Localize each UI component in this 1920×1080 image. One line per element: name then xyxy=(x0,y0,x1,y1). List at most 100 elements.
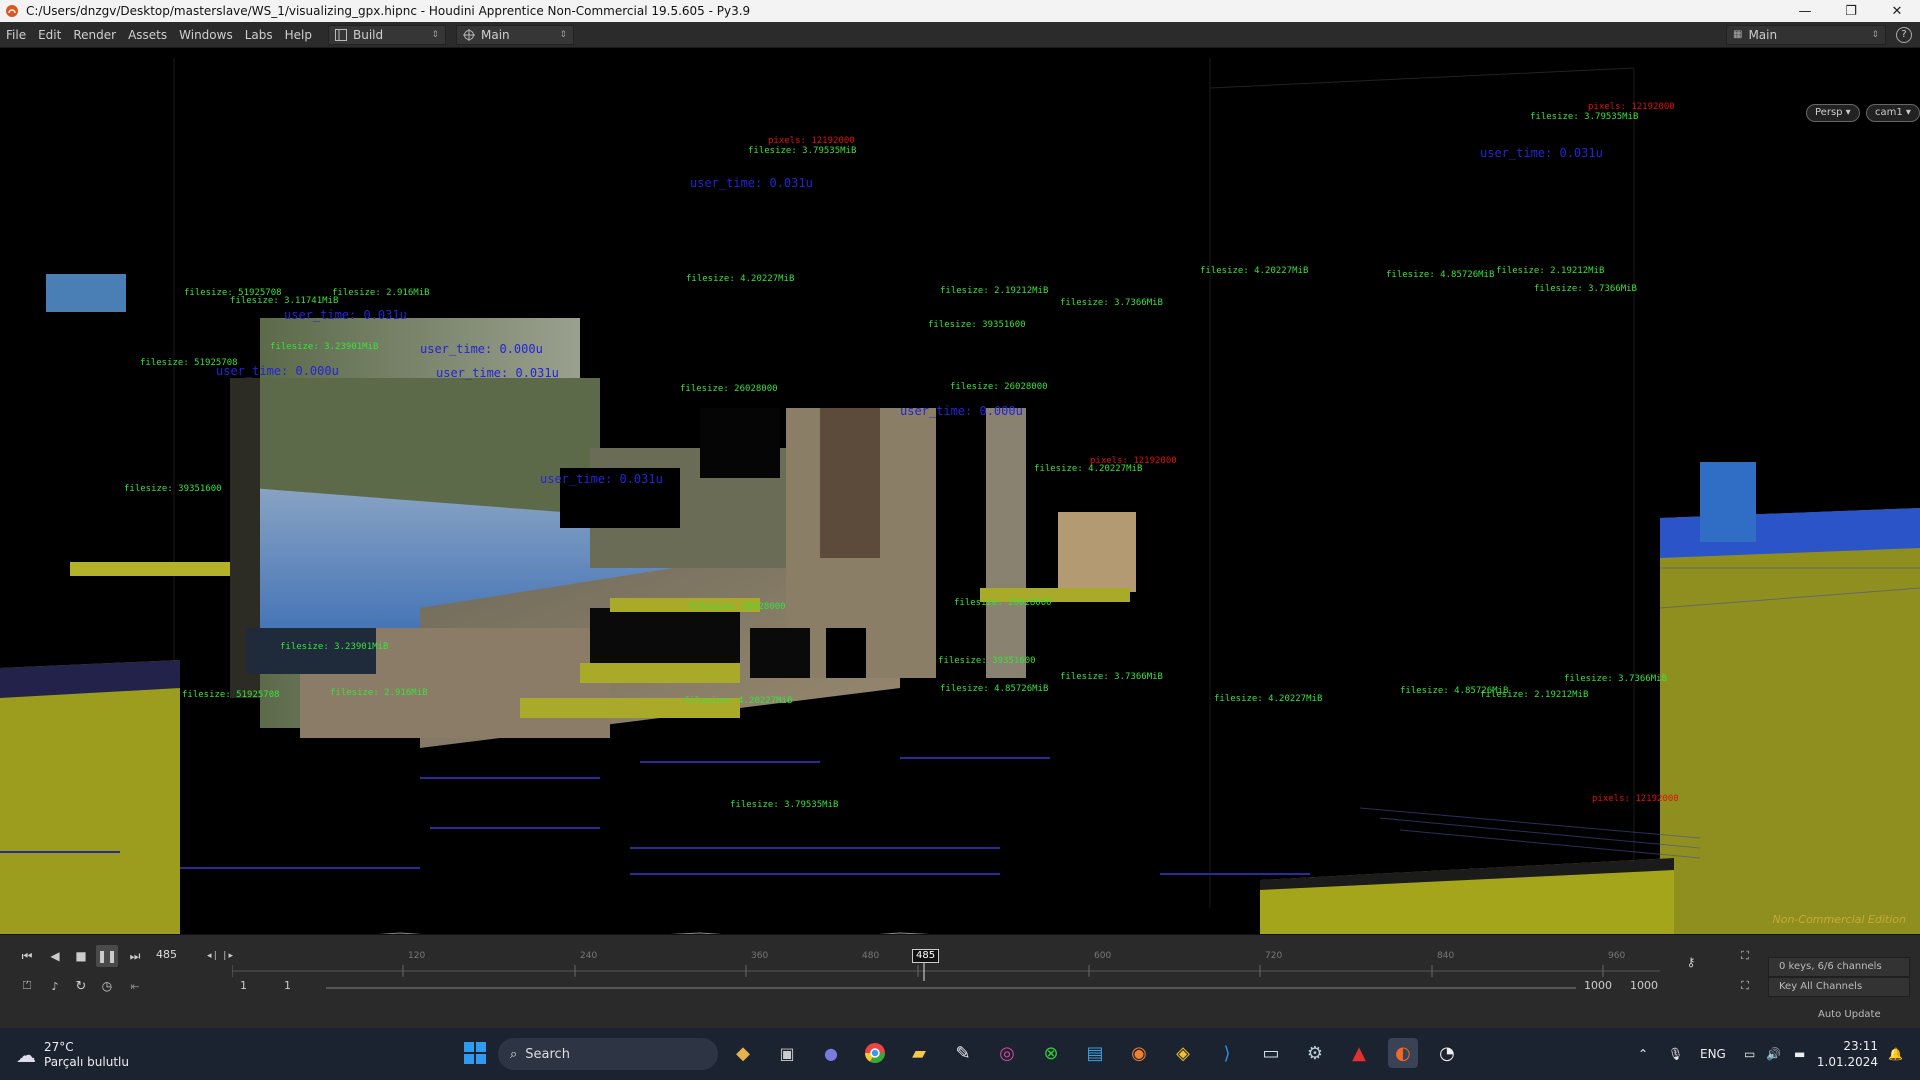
end-frame2-field[interactable]: 1000 xyxy=(1630,977,1658,995)
end-frame-field[interactable]: 1000 xyxy=(1584,977,1612,995)
overlay-label: user_time: 0.000u xyxy=(900,404,1023,418)
right-desktop-label: Main xyxy=(1748,27,1778,42)
overlay-label: filesize: 3.7366MiB xyxy=(1060,672,1163,682)
language-indicator[interactable]: ENG xyxy=(1700,1028,1726,1080)
close-button[interactable]: ✕ xyxy=(1874,0,1920,22)
overlay-label: filesize: 3.23901MiB xyxy=(280,642,389,652)
tray-chevron-icon[interactable]: ⌃ xyxy=(1638,1028,1648,1080)
camera-menu-button[interactable]: Persp ▾ xyxy=(1806,104,1860,122)
realtime-icon[interactable]: ⏍ xyxy=(16,975,38,997)
menu-edit[interactable]: Edit xyxy=(32,22,67,48)
audio-icon[interactable]: ♪ xyxy=(44,975,66,997)
houdini-launcher-icon[interactable]: ◔ xyxy=(1432,1038,1462,1068)
monitor-icon[interactable]: ▭ xyxy=(1256,1038,1286,1068)
chrome-icon[interactable] xyxy=(860,1038,890,1068)
windows-start-icon[interactable] xyxy=(460,1038,490,1068)
notification-bell-icon[interactable]: 🔔 xyxy=(1888,1028,1903,1080)
overlay-label: filesize: 26028000 xyxy=(688,602,786,612)
menu-labs[interactable]: Labs xyxy=(239,22,279,48)
ruler-tick-label: 840 xyxy=(1437,951,1455,961)
menu-help[interactable]: Help xyxy=(279,22,318,48)
search-placeholder: Search xyxy=(525,1046,570,1062)
current-frame-field[interactable]: 485 xyxy=(152,945,200,965)
stop-icon[interactable]: ■ xyxy=(70,945,92,967)
pause-icon[interactable]: ❚❚ xyxy=(96,945,118,967)
jump-to-start-icon[interactable]: ⏮ xyxy=(16,945,38,967)
settings-gear-icon[interactable]: ⚙ xyxy=(1300,1038,1330,1068)
overlay-label: filesize: 39351600 xyxy=(938,656,1036,666)
volume-icon[interactable]: 🔊 xyxy=(1766,1028,1781,1080)
overlay-label: user_time: 0.031u xyxy=(1480,146,1603,160)
game-icon[interactable]: ◈ xyxy=(1168,1038,1198,1068)
desktop-icon: ▦ xyxy=(1733,29,1743,40)
houdini-taskbar-icon[interactable]: ◐ xyxy=(1388,1038,1418,1068)
houdini-logo-icon xyxy=(4,3,20,19)
frame-cursor[interactable]: 485 xyxy=(912,949,940,963)
auto-update-button[interactable]: Auto Update xyxy=(1790,1005,1910,1025)
instagram-icon[interactable]: ◎ xyxy=(992,1038,1022,1068)
overlay-label: filesize: 2.19212MiB xyxy=(940,286,1049,296)
overlay-label: filesize: 26028000 xyxy=(950,382,1048,392)
right-desktop-selector[interactable]: ▦ Main ⇕ xyxy=(1726,24,1886,45)
cam1-menu-button[interactable]: cam1 ▾ xyxy=(1866,104,1920,122)
timeline-panel: ⏮ ◀ ■ ❚❚ ⏭ 485 ◂❘ ❘▸ 120 240 360 480 600… xyxy=(0,934,1920,1028)
range-icon[interactable]: ⇤ xyxy=(124,975,146,997)
clock-icon[interactable]: ◷ xyxy=(96,975,118,997)
menu-assets[interactable]: Assets xyxy=(122,22,173,48)
blender-icon[interactable]: ◉ xyxy=(1124,1038,1154,1068)
window-title: C:/Users/dnzgv/Desktop/masterslave/WS_1/… xyxy=(26,4,751,18)
minimize-button[interactable]: — xyxy=(1782,0,1828,22)
start-frame2-field[interactable]: 1 xyxy=(284,977,291,995)
teams-icon[interactable]: ● xyxy=(816,1038,846,1068)
overlay-label: filesize: 3.79535MiB xyxy=(748,146,857,156)
menu-render[interactable]: Render xyxy=(67,22,122,48)
overlay-label: filesize: 4.20227MiB xyxy=(684,696,793,706)
microphone-icon[interactable]: 🎙 xyxy=(1668,1028,1683,1080)
notes-icon[interactable]: ▤ xyxy=(1080,1038,1110,1068)
maximize-button[interactable]: ❐ xyxy=(1828,0,1874,22)
weather-widget[interactable]: ☁ 27°C Parçalı bulutlu xyxy=(16,1038,136,1072)
menu-windows[interactable]: Windows xyxy=(173,22,239,48)
menu-file[interactable]: File xyxy=(0,22,32,48)
overlay-label: filesize: 3.79535MiB xyxy=(1530,112,1639,122)
widgets-icon[interactable]: ◆ xyxy=(728,1038,758,1068)
overlay-label: filesize: 26028000 xyxy=(680,384,778,394)
network-label: Main xyxy=(481,27,510,42)
overlay-label: filesize: 4.20227MiB xyxy=(686,274,795,284)
key-icon[interactable]: ⚷ xyxy=(1680,951,1702,973)
file-explorer-icon[interactable]: ▰ xyxy=(904,1038,934,1068)
key-all-channels-button[interactable]: Key All Channels xyxy=(1768,977,1910,997)
vscode-icon[interactable]: ⟩ xyxy=(1212,1038,1242,1068)
xbox-icon[interactable]: ⊗ xyxy=(1036,1038,1066,1068)
desktop-selector[interactable]: Build ⇕ xyxy=(328,24,446,45)
network-selector[interactable]: Main ⇕ xyxy=(456,24,574,45)
system-clock[interactable]: 23:11 1.01.2024 xyxy=(1817,1038,1878,1070)
overlay-label: user_time: 0.031u xyxy=(284,308,407,322)
battery-icon[interactable]: ▬ xyxy=(1794,1028,1805,1080)
scene-viewport[interactable]: pixels: 12192000 filesize: 3.79535MiB us… xyxy=(0,48,1920,934)
taskbar-search[interactable]: ⌕ Search xyxy=(498,1038,718,1070)
network-tray-icon[interactable]: ▭ xyxy=(1744,1028,1755,1080)
overlay-label: filesize: 4.20227MiB xyxy=(1200,266,1309,276)
channel-icon[interactable]: ⛶ xyxy=(1734,945,1756,967)
label-overlays: pixels: 12192000 filesize: 3.79535MiB us… xyxy=(0,48,1920,934)
ruler-tick-label: 480 xyxy=(862,951,880,961)
desktop-label: Build xyxy=(353,27,384,42)
windows-taskbar: ☁ 27°C Parçalı bulutlu ⌕ Search ◆ ▣ ● ▰ … xyxy=(0,1028,1920,1080)
pdf-reader-icon[interactable]: ▲ xyxy=(1344,1038,1374,1068)
overlay-label: user_time: 0.000u xyxy=(420,342,543,356)
inkscape-icon[interactable]: ✎ xyxy=(948,1038,978,1068)
range-slider[interactable] xyxy=(326,987,1576,989)
play-reverse-icon[interactable]: ◀ xyxy=(44,945,66,967)
loop-icon[interactable]: ↻ xyxy=(70,975,92,997)
key-all-icon[interactable]: ⛶ xyxy=(1734,975,1756,997)
task-view-icon[interactable]: ▣ xyxy=(772,1038,802,1068)
overlay-label: user_time: 0.031u xyxy=(690,176,813,190)
ruler-tick-label: 960 xyxy=(1608,951,1626,961)
overlay-label: filesize: 26028000 xyxy=(954,598,1052,608)
help-icon[interactable]: ? xyxy=(1896,26,1912,43)
jump-to-end-icon[interactable]: ⏭ xyxy=(124,945,146,967)
playbar: ⏮ ◀ ■ ❚❚ ⏭ 485 ◂❘ ❘▸ 120 240 360 480 600… xyxy=(0,943,1920,981)
start-frame-field[interactable]: 1 xyxy=(240,977,247,995)
overlay-label: filesize: 4.85726MiB xyxy=(1386,270,1495,280)
